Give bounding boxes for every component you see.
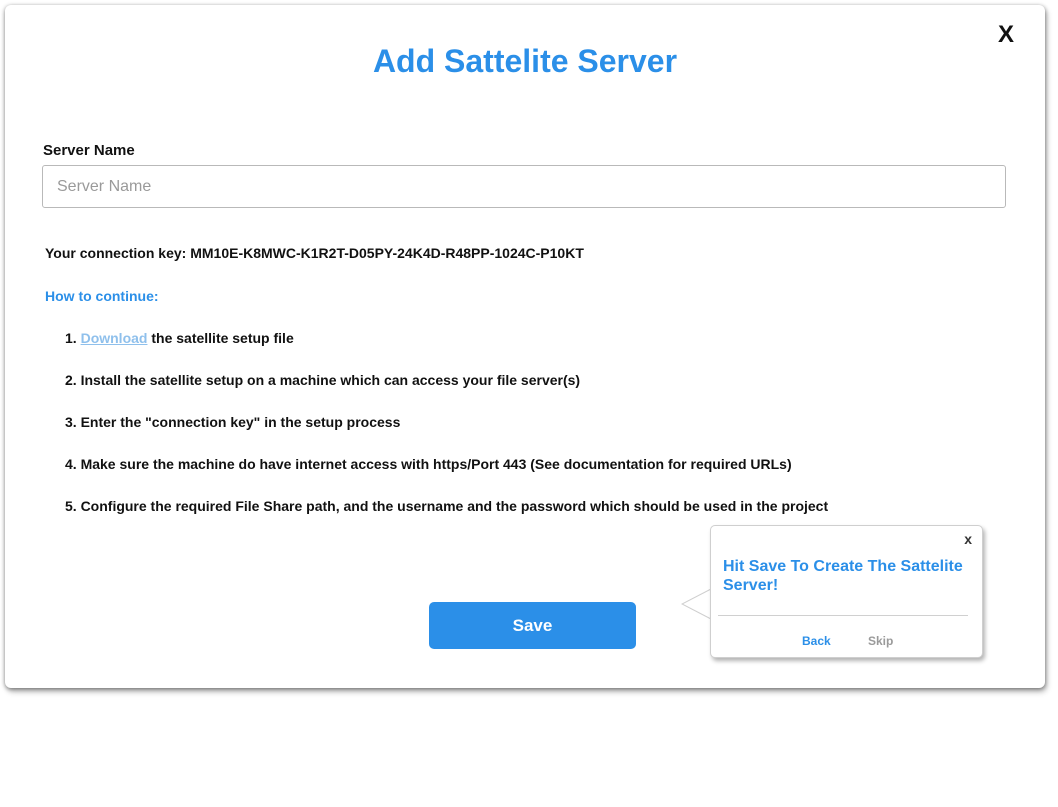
tooltip-back-button[interactable]: Back bbox=[802, 634, 831, 648]
tooltip-message: Hit Save To Create The Sattelite Server! bbox=[723, 558, 963, 594]
dialog-title: Add Sattelite Server bbox=[372, 43, 678, 79]
tooltip-divider bbox=[718, 615, 968, 616]
step-1: 1. Download the satellite setup file bbox=[65, 330, 828, 372]
onboarding-tooltip: x Hit Save To Create The Sattelite Serve… bbox=[710, 525, 983, 658]
step-1-suffix: the satellite setup file bbox=[147, 330, 294, 346]
add-server-dialog: X Add Sattelite Server Server Name Your … bbox=[5, 5, 1045, 688]
server-name-input[interactable] bbox=[42, 165, 1006, 208]
connection-key-text: Your connection key: MM10E-K8MWC-K1R2T-D… bbox=[45, 245, 584, 261]
tooltip-skip-button[interactable]: Skip bbox=[868, 634, 893, 648]
server-name-label: Server Name bbox=[43, 142, 135, 159]
step-1-prefix: 1. bbox=[65, 330, 81, 346]
tooltip-close-button[interactable]: x bbox=[964, 531, 972, 547]
save-button[interactable]: Save bbox=[429, 602, 636, 649]
step-2: 2. Install the satellite setup on a mach… bbox=[65, 372, 581, 388]
instruction-steps: 1. Download the satellite setup file 2. … bbox=[65, 330, 828, 540]
tooltip-pointer-icon bbox=[681, 588, 711, 620]
download-link[interactable]: Download bbox=[81, 330, 148, 346]
step-3: 3. Enter the "connection key" in the set… bbox=[65, 414, 401, 430]
step-4: 4. Make sure the machine do have interne… bbox=[65, 456, 792, 472]
how-to-continue-heading: How to continue: bbox=[45, 288, 159, 304]
